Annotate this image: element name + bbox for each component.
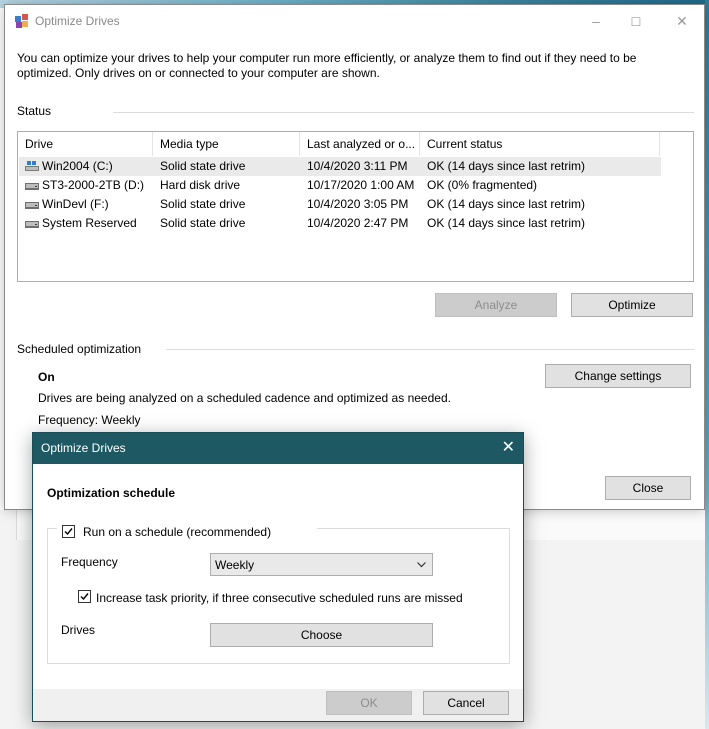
dialog-title-bar[interactable]: Optimize Drives ✕ [33, 433, 523, 464]
drive-row[interactable]: ST3-2000-2TB (D:) Hard disk drive 10/17/… [19, 176, 661, 195]
dialog-heading: Optimization schedule [47, 486, 176, 500]
frequency-select-value: Weekly [215, 558, 255, 572]
column-header-media-type[interactable]: Media type [153, 132, 300, 156]
minimize-icon: – [592, 13, 600, 29]
column-header-current-status[interactable]: Current status [420, 132, 660, 156]
optimization-schedule-dialog: Optimize Drives ✕ Optimization schedule … [32, 432, 524, 722]
drive-current-status: OK (0% fragmented) [427, 178, 538, 192]
windows-drive-icon [25, 161, 39, 171]
optimize-button[interactable]: Optimize [571, 293, 693, 317]
drive-last-analyzed: 10/4/2020 2:47 PM [307, 216, 409, 230]
ok-button[interactable]: OK [326, 691, 412, 715]
cancel-button[interactable]: Cancel [423, 691, 509, 715]
drive-name: WinDevl (F:) [42, 197, 109, 211]
drive-media-type: Solid state drive [160, 216, 246, 230]
drive-row[interactable]: WinDevl (F:) Solid state drive 10/4/2020… [19, 195, 661, 214]
close-window-button[interactable]: ✕ [662, 11, 702, 33]
frequency-select[interactable]: Weekly [210, 553, 433, 576]
scheduled-section-label: Scheduled optimization [17, 342, 142, 356]
close-button[interactable]: Close [605, 476, 691, 500]
analyze-button[interactable]: Analyze [435, 293, 557, 317]
maximize-button[interactable]: ☐ [616, 11, 656, 33]
list-header: Drive Media type Last analyzed or o... C… [18, 132, 693, 156]
column-header-last-analyzed[interactable]: Last analyzed or o... [300, 132, 420, 156]
close-icon[interactable]: ✕ [502, 438, 515, 458]
dialog-title: Optimize Drives [41, 441, 126, 455]
drive-icon [25, 221, 39, 228]
status-section-label: Status [17, 104, 52, 118]
increase-priority-checkbox[interactable] [78, 590, 91, 603]
scheduled-divider [166, 349, 694, 350]
status-divider [113, 112, 694, 113]
drive-current-status: OK (14 days since last retrim) [427, 216, 586, 230]
schedule-frequency: Frequency: Weekly [38, 413, 141, 427]
column-header-drive[interactable]: Drive [18, 132, 153, 156]
drive-current-status: OK (14 days since last retrim) [427, 159, 586, 173]
run-schedule-checkbox[interactable] [62, 525, 75, 538]
chevron-down-icon [417, 562, 426, 568]
drive-media-type: Solid state drive [160, 159, 246, 173]
increase-priority-label: Increase task priority, if three consecu… [96, 591, 463, 605]
drive-list[interactable]: Drive Media type Last analyzed or o... C… [17, 131, 694, 282]
defrag-app-icon [15, 14, 28, 28]
frequency-label: Frequency [61, 555, 118, 569]
desktop-background-edge [705, 0, 709, 729]
close-icon: ✕ [676, 13, 688, 29]
run-schedule-label: Run on a schedule (recommended) [83, 525, 272, 539]
minimize-button[interactable]: – [576, 11, 616, 33]
drive-icon [25, 183, 39, 190]
drive-last-analyzed: 10/4/2020 3:05 PM [307, 197, 409, 211]
drive-last-analyzed: 10/4/2020 3:11 PM [307, 159, 408, 173]
title-bar[interactable]: Optimize Drives – ☐ ✕ [5, 5, 704, 37]
drive-name: System Reserved [42, 216, 137, 230]
drive-media-type: Solid state drive [160, 197, 246, 211]
drive-name: Win2004 (C:) [42, 159, 113, 173]
intro-text: You can optimize your drives to help you… [17, 51, 637, 80]
drive-name: ST3-2000-2TB (D:) [42, 178, 145, 192]
window-title: Optimize Drives [35, 14, 120, 28]
schedule-description: Drives are being analyzed on a scheduled… [38, 391, 451, 405]
checkmark-icon [80, 593, 89, 601]
dialog-footer: OK Cancel [33, 689, 523, 721]
dialog-body: Optimization schedule Run on a schedule … [33, 464, 523, 689]
drive-row[interactable]: Win2004 (C:) Solid state drive 10/4/2020… [19, 157, 661, 176]
drive-row[interactable]: System Reserved Solid state drive 10/4/2… [19, 214, 661, 233]
drive-last-analyzed: 10/17/2020 1:00 AM [307, 178, 415, 192]
schedule-state: On [38, 370, 55, 384]
change-settings-button[interactable]: Change settings [545, 364, 691, 388]
maximize-icon: ☐ [630, 15, 642, 29]
drives-label: Drives [61, 623, 96, 637]
choose-drives-button[interactable]: Choose [210, 623, 433, 647]
drive-icon [25, 202, 39, 209]
checkmark-icon [64, 528, 73, 536]
drive-media-type: Hard disk drive [160, 178, 241, 192]
drive-current-status: OK (14 days since last retrim) [427, 197, 586, 211]
